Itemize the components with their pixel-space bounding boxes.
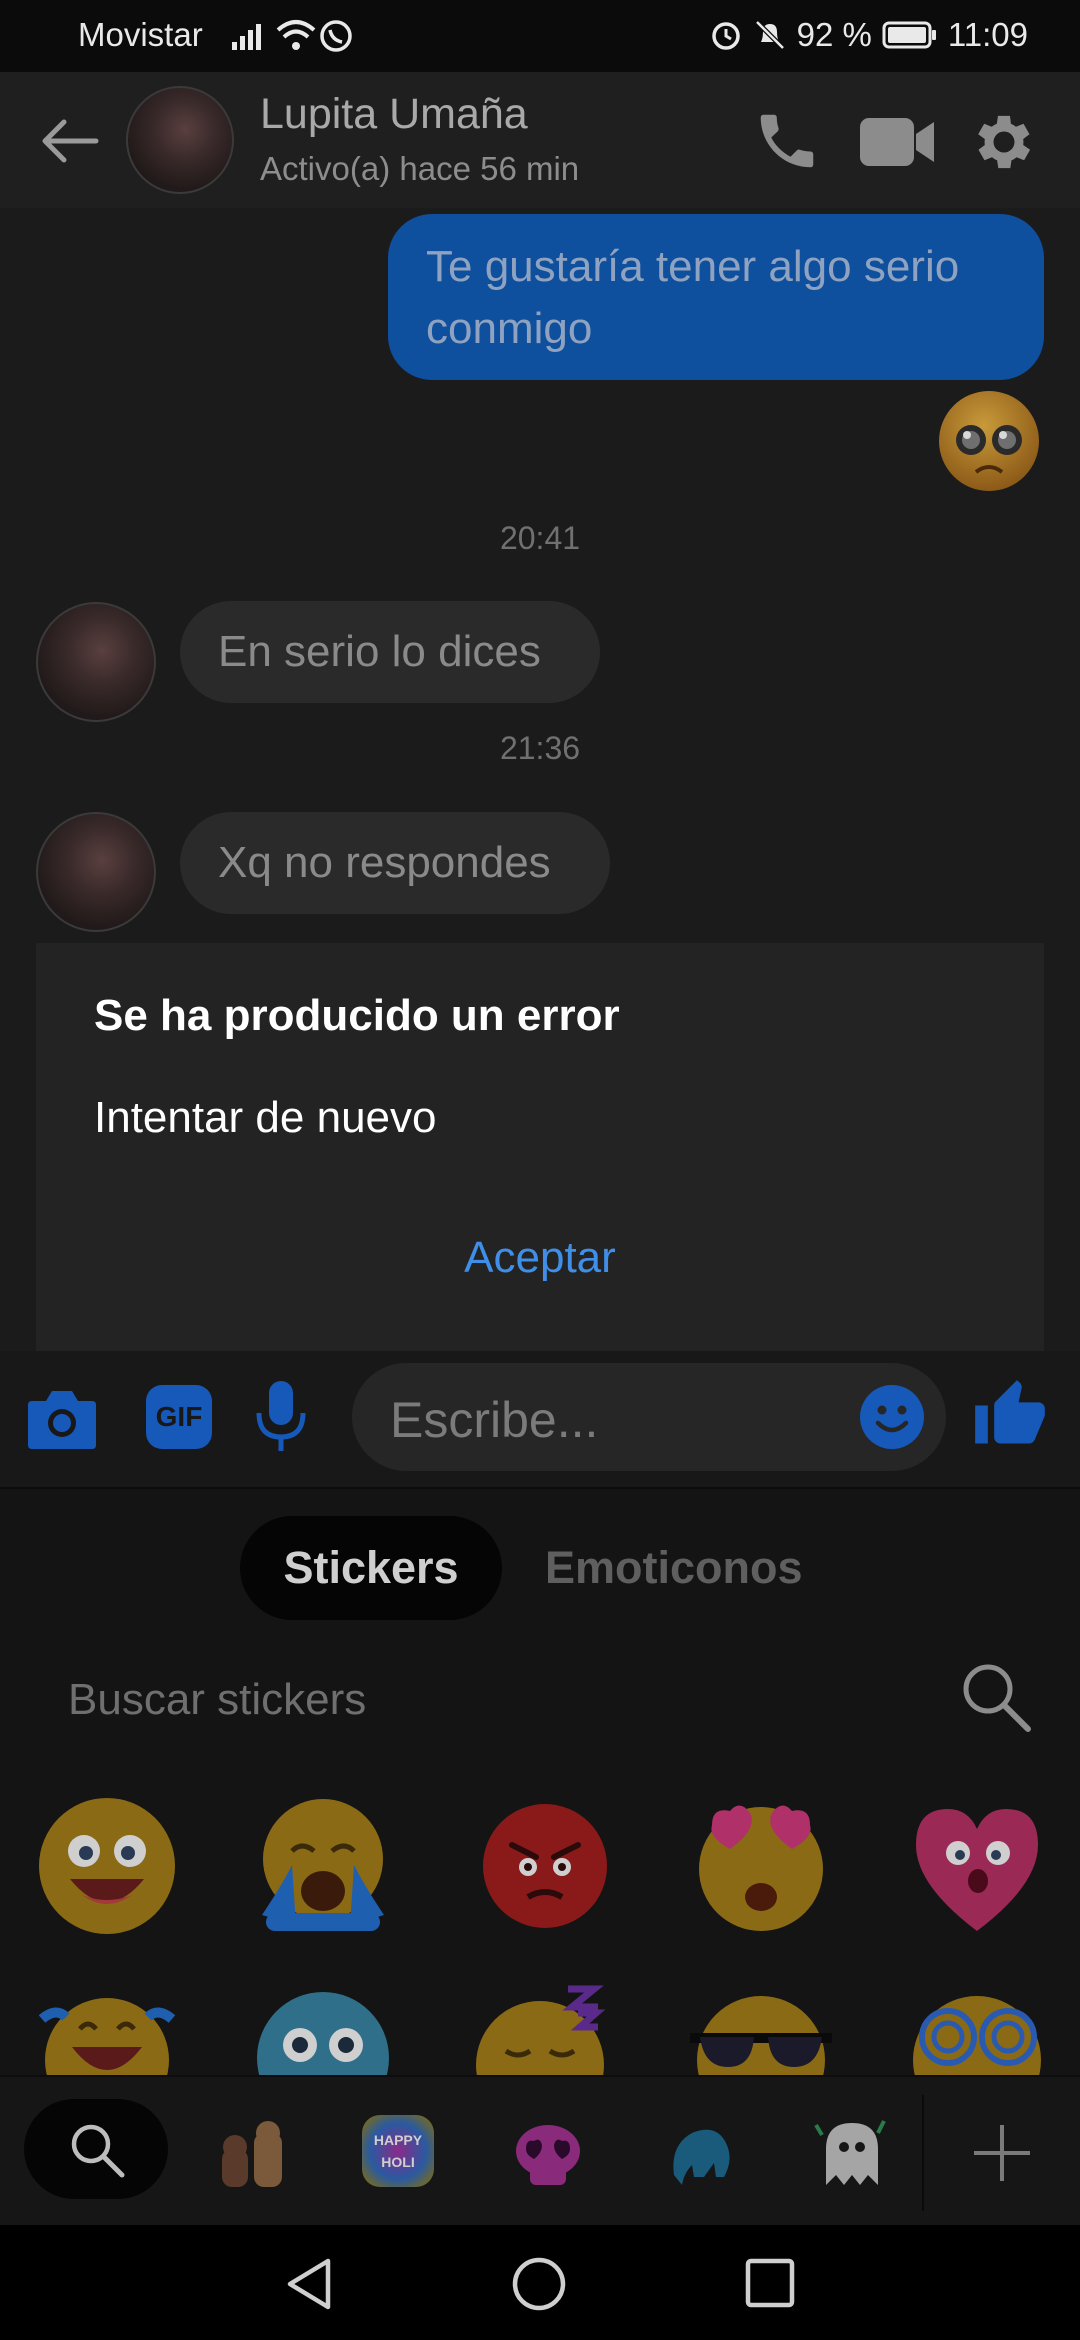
sticker-heart-eyes-face[interactable] — [690, 1789, 832, 1937]
wifi-icon — [276, 20, 316, 50]
contact-avatar[interactable] — [126, 86, 234, 194]
phone-icon[interactable] — [752, 106, 822, 176]
accept-button[interactable]: Aceptar — [36, 1233, 1044, 1283]
contact-avatar-small[interactable] — [36, 602, 156, 722]
search-icon — [71, 2124, 125, 2178]
sticker-panel: Stickers Emoticonos Buscar stickers — [0, 1489, 1080, 2075]
microphone-icon[interactable] — [254, 1377, 308, 1457]
message-input[interactable]: Escribe... — [352, 1363, 946, 1471]
timestamp: 20:41 — [499, 520, 581, 556]
clock: 11:09 — [947, 16, 1028, 53]
chat-header: Lupita Umaña Activo(a) hace 56 min — [0, 72, 1080, 210]
tab-stickers[interactable]: Stickers — [240, 1516, 502, 1620]
signal-icon — [232, 24, 261, 50]
smiley-icon[interactable] — [858, 1383, 926, 1451]
nav-back-icon[interactable] — [282, 2255, 336, 2313]
gear-icon[interactable] — [968, 106, 1040, 178]
message-outgoing[interactable]: Te gustaría tener algo serio conmigo — [388, 214, 1044, 380]
sticker-laughing-tears-face[interactable] — [36, 1989, 178, 2075]
battery-icon — [882, 21, 936, 49]
message-composer: GIF Escribe... — [0, 1351, 1080, 1489]
message-incoming[interactable]: En serio lo dices — [180, 601, 600, 703]
system-navigation-bar — [0, 2225, 1080, 2340]
gif-label: GIF — [155, 1401, 203, 1432]
status-bar: Movistar 92 % 11:09 — [0, 0, 1080, 72]
nav-home-icon[interactable] — [510, 2255, 568, 2313]
status-right: 92 % 11:09 — [709, 16, 1028, 54]
happy-holi-pack-icon[interactable]: HAPPY HOLI — [362, 2115, 434, 2187]
message-text: Te gustaría tener algo serio conmigo — [426, 242, 960, 353]
sticker-sunglasses-face[interactable] — [686, 1987, 836, 2075]
carrier-label: Movistar — [78, 16, 203, 53]
message-input-placeholder: Escribe... — [390, 1392, 599, 1448]
sticker-search-input[interactable]: Buscar stickers — [68, 1675, 366, 1725]
sticker-angry-face[interactable] — [474, 1795, 616, 1937]
sticker-grinning-face[interactable] — [36, 1795, 178, 1937]
sticker-dizzy-face[interactable] — [904, 1987, 1050, 2075]
holi-label: HAPPY HOLI — [373, 2132, 423, 2170]
gif-icon[interactable]: GIF — [146, 1385, 212, 1449]
tray-divider — [922, 2095, 924, 2211]
tray-search-button[interactable] — [24, 2099, 168, 2199]
contact-name[interactable]: Lupita Umaña — [260, 90, 528, 139]
sticker-sleepy-face[interactable] — [468, 1979, 618, 2075]
sticker-scared-face[interactable] — [252, 1987, 394, 2075]
contact-avatar-small[interactable] — [36, 812, 156, 932]
pleading-face-emoji[interactable] — [936, 388, 1042, 494]
sticker-pack-tray: HAPPY HOLI — [0, 2075, 1080, 2227]
skull-pack-icon[interactable] — [512, 2119, 584, 2191]
search-icon[interactable] — [958, 1659, 1034, 1735]
message-text: En serio lo dices — [218, 627, 541, 676]
nav-recents-icon[interactable] — [744, 2257, 798, 2311]
battery-percent: 92 % — [796, 16, 872, 53]
sticker-heart-face[interactable] — [906, 1795, 1048, 1937]
timestamp: 21:36 — [499, 730, 581, 766]
message-text: Xq no respondes — [218, 838, 551, 887]
bell-muted-icon — [754, 20, 785, 50]
bears-pack-icon[interactable] — [216, 2119, 288, 2191]
alarm-icon — [711, 22, 740, 50]
ghost-pack-icon[interactable] — [814, 2115, 890, 2191]
add-icon[interactable] — [970, 2121, 1034, 2185]
camera-icon[interactable] — [26, 1385, 98, 1451]
message-incoming[interactable]: Xq no respondes — [180, 812, 610, 914]
video-icon[interactable] — [858, 112, 938, 172]
elephant-pack-icon[interactable] — [664, 2115, 740, 2191]
error-dialog: Se ha producido un error Intentar de nue… — [36, 943, 1044, 1351]
sticker-crying-face[interactable] — [252, 1795, 394, 1937]
dialog-message: Intentar de nuevo — [94, 1093, 437, 1142]
contact-status: Activo(a) hace 56 min — [260, 150, 580, 187]
tab-emoticons[interactable]: Emoticonos — [545, 1516, 803, 1620]
dialog-title: Se ha producido un error — [94, 991, 620, 1040]
like-thumb-icon[interactable] — [972, 1377, 1048, 1453]
whatsapp-icon — [320, 20, 352, 52]
back-arrow-icon[interactable] — [40, 116, 100, 166]
